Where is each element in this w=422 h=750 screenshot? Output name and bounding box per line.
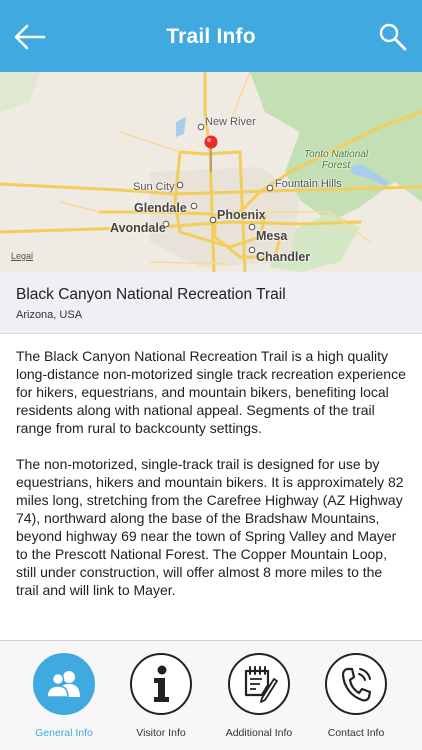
map-label-fountain-hills: Fountain Hills bbox=[275, 178, 342, 190]
tab-additional-info[interactable]: Additional Info bbox=[219, 653, 299, 739]
map-label-mesa: Mesa bbox=[256, 229, 288, 243]
trail-map[interactable]: New River Tonto National Forest Sun City… bbox=[0, 72, 422, 272]
nav-header: Trail Info bbox=[0, 0, 422, 72]
trail-header: Black Canyon National Recreation Trail A… bbox=[0, 272, 422, 334]
trail-description: The Black Canyon National Recreation Tra… bbox=[16, 347, 408, 617]
description-paragraph: The non-motorized, single-track trail is… bbox=[16, 456, 404, 598]
notepad-pencil-icon bbox=[244, 666, 278, 703]
search-icon bbox=[379, 23, 407, 51]
people-icon bbox=[46, 671, 80, 698]
map-label-glendale: Glendale bbox=[134, 201, 187, 215]
map-canvas bbox=[0, 72, 422, 272]
tab-label: General Info bbox=[35, 727, 93, 739]
tab-label: Additional Info bbox=[225, 727, 293, 739]
tab-label: Contact Info bbox=[327, 727, 385, 739]
info-icon bbox=[154, 665, 169, 702]
tab-contact-info[interactable]: Contact Info bbox=[316, 653, 396, 739]
phone-icon bbox=[341, 667, 372, 702]
map-label-chandler: Chandler bbox=[256, 250, 311, 264]
tab-visitor-info[interactable]: Visitor Info bbox=[121, 653, 201, 739]
map-label-tonto: Tonto National Forest bbox=[303, 149, 369, 171]
tab-bar: General Info Visitor Info Additional Inf… bbox=[0, 640, 422, 750]
map-label-phoenix: Phoenix bbox=[217, 208, 266, 222]
search-button[interactable] bbox=[376, 20, 410, 54]
map-label-new-river: New River bbox=[205, 116, 256, 128]
map-legal-link[interactable]: Legal bbox=[11, 251, 33, 261]
trail-location: Arizona, USA bbox=[16, 309, 83, 321]
tab-label: Visitor Info bbox=[136, 727, 186, 739]
map-label-avondale: Avondale bbox=[110, 221, 166, 235]
map-label-sun-city: Sun City bbox=[133, 181, 175, 193]
trail-name: Black Canyon National Recreation Trail bbox=[16, 286, 286, 303]
tab-general-info[interactable]: General Info bbox=[24, 653, 104, 739]
page-title: Trail Info bbox=[166, 25, 256, 48]
description-paragraph: The Black Canyon National Recreation Tra… bbox=[16, 348, 406, 436]
